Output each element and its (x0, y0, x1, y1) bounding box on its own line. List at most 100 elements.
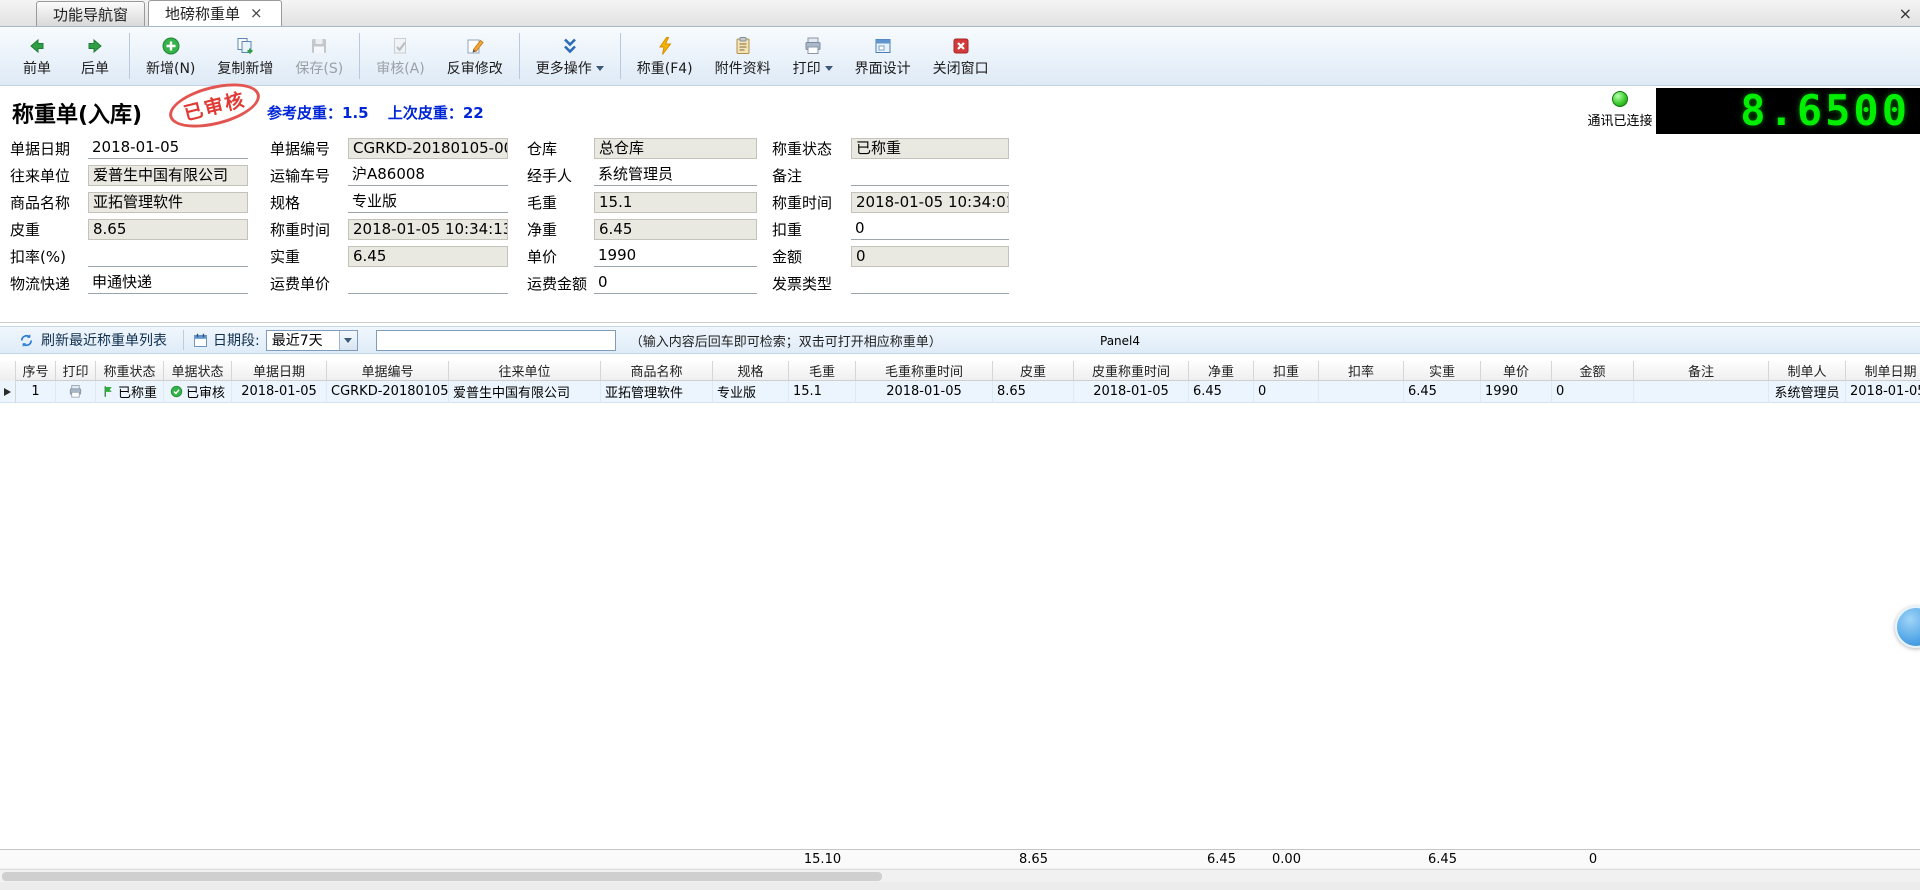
col-header-actual[interactable]: 实重 (1404, 361, 1481, 381)
net-weight-field[interactable]: 6.45 (594, 219, 757, 240)
panel4-label: Panel4 (1100, 334, 1140, 348)
col-header-remark[interactable]: 备注 (1634, 361, 1769, 381)
horizontal-scrollbar[interactable] (0, 869, 1920, 882)
col-header-seq[interactable]: 序号 (16, 361, 56, 381)
combo-dropdown-button[interactable] (339, 331, 357, 350)
deduct-weight-label: 扣重 (772, 219, 851, 240)
col-header-doc-date[interactable]: 单据日期 (232, 361, 327, 381)
toolbar-separator (129, 33, 130, 79)
col-header-gross-time[interactable]: 毛重称重时间 (856, 361, 993, 381)
reverse-audit-button[interactable]: 反审修改 (436, 29, 514, 83)
date-range-select[interactable]: 最近7天 (266, 330, 358, 351)
tab-bar: 功能导航窗 地磅称重单 × × (0, 0, 1920, 27)
tare-weigh-time-field[interactable]: 2018-01-05 10:34:13 (348, 219, 508, 240)
col-header-create-date[interactable]: 制单日期 (1846, 361, 1920, 381)
tab-function-nav[interactable]: 功能导航窗 (36, 1, 145, 26)
close-window-button[interactable]: 关闭窗口 (922, 29, 1000, 83)
col-header-creator[interactable]: 制单人 (1769, 361, 1846, 381)
col-header-spec[interactable]: 规格 (713, 361, 789, 381)
cell-net: 6.45 (1189, 381, 1254, 403)
col-header-deduct-rate[interactable]: 扣率 (1319, 361, 1404, 381)
spec-label: 规格 (270, 192, 348, 213)
search-hint-text: （输入内容后回车即可检索；双击可打开相应称重单） (630, 331, 942, 350)
weigh-status-field[interactable]: 已称重 (851, 138, 1009, 159)
tare-info: 参考皮重：1.5 上次皮重：22 (267, 102, 498, 123)
partner-field[interactable]: 爱普生中国有限公司 (88, 165, 248, 186)
col-header-doc-no[interactable]: 单据编号 (327, 361, 449, 381)
cell-print[interactable] (56, 381, 96, 403)
freight-price-field[interactable] (348, 273, 508, 294)
window-close-icon[interactable]: × (1899, 4, 1912, 23)
col-header-product[interactable]: 商品名称 (601, 361, 713, 381)
doc-no-field[interactable]: CGRKD-20180105-0006 (348, 138, 508, 159)
handler-label: 经手人 (527, 165, 594, 186)
deduct-weight-field[interactable]: 0 (851, 219, 1009, 240)
col-header-deduct-weight[interactable]: 扣重 (1254, 361, 1319, 381)
attachment-button[interactable]: 附件资料 (704, 29, 782, 83)
invoice-type-field[interactable] (851, 273, 1009, 294)
unit-price-field[interactable]: 1990 (594, 246, 757, 267)
search-input[interactable] (376, 330, 616, 351)
product-field[interactable]: 亚拓管理软件 (88, 192, 248, 213)
calendar-icon (192, 332, 209, 349)
tab-close-icon[interactable]: × (248, 6, 265, 21)
table-row[interactable]: 1 已称重 已审核 2018-01-05 CGRKD-20180105-0006 (0, 381, 1920, 403)
col-header-price[interactable]: 单价 (1481, 361, 1552, 381)
tare-field[interactable]: 8.65 (88, 219, 248, 240)
close-red-icon (951, 34, 971, 58)
button-label: 新增(N) (146, 58, 195, 78)
scrollbar-thumb[interactable] (2, 872, 882, 881)
print-button[interactable]: 打印 (782, 29, 844, 83)
col-header-tare-time[interactable]: 皮重称重时间 (1074, 361, 1189, 381)
deduct-rate-field[interactable] (88, 246, 248, 267)
truck-no-field[interactable]: 沪A86008 (348, 165, 508, 186)
cell-spec: 专业版 (713, 381, 789, 403)
col-header-partner[interactable]: 往来单位 (449, 361, 601, 381)
refresh-icon (18, 332, 35, 349)
add-new-button[interactable]: 新增(N) (135, 29, 206, 83)
bottom-strip (0, 882, 1920, 890)
dropdown-arrow-icon (825, 66, 833, 71)
amount-field[interactable]: 0 (851, 246, 1009, 267)
col-header-gross[interactable]: 毛重 (789, 361, 856, 381)
gross-weight-label: 毛重 (527, 192, 594, 213)
freight-amount-field[interactable]: 0 (594, 273, 757, 294)
weigh-button[interactable]: 称重(F4) (626, 29, 704, 83)
ticket-form: 单据日期2018-01-05 往来单位爱普生中国有限公司 商品名称亚拓管理软件 … (0, 135, 1920, 297)
audit-button[interactable]: 审核(A) (365, 29, 436, 83)
invoice-type-label: 发票类型 (772, 273, 851, 294)
col-header-tare[interactable]: 皮重 (993, 361, 1074, 381)
col-header-amount[interactable]: 金额 (1552, 361, 1634, 381)
col-header-print[interactable]: 打印 (56, 361, 96, 381)
gross-weight-field[interactable]: 15.1 (594, 192, 757, 213)
summary-gross: 15.10 (789, 850, 856, 868)
previous-doc-button[interactable]: 前单 (8, 29, 66, 83)
lightning-icon (655, 34, 675, 58)
next-doc-button[interactable]: 后单 (66, 29, 124, 83)
spec-field[interactable]: 专业版 (348, 192, 508, 213)
logistics-field[interactable]: 申通快递 (88, 273, 248, 294)
button-label: 关闭窗口 (933, 58, 989, 78)
printer-icon[interactable] (68, 384, 83, 399)
save-button[interactable]: 保存(S) (284, 29, 354, 83)
remark-field[interactable] (851, 165, 1009, 186)
gross-weigh-time-field[interactable]: 2018-01-05 10:34:01 (851, 192, 1009, 213)
col-header-net[interactable]: 净重 (1189, 361, 1254, 381)
connection-label: 通讯已连接 (1584, 110, 1656, 129)
tab-weighbridge-ticket[interactable]: 地磅称重单 × (148, 0, 282, 26)
doc-status-text: 已审核 (186, 382, 225, 401)
warehouse-label: 仓库 (527, 138, 594, 159)
col-header-weigh-status[interactable]: 称重状态 (96, 361, 164, 381)
form-column-4: 称重状态已称重 备注 称重时间2018-01-05 10:34:01 扣重0 金… (772, 135, 1009, 297)
ui-design-button[interactable]: 界面设计 (844, 29, 922, 83)
more-actions-button[interactable]: 更多操作 (525, 29, 615, 83)
handler-field[interactable]: 系统管理员 (594, 165, 757, 186)
weigh-status-label: 称重状态 (772, 138, 851, 159)
refresh-list-button[interactable]: 刷新最近称重单列表 (10, 328, 175, 352)
col-header-doc-status[interactable]: 单据状态 (164, 361, 232, 381)
cell-gross: 15.1 (789, 381, 856, 403)
warehouse-field[interactable]: 总仓库 (594, 138, 757, 159)
doc-date-field[interactable]: 2018-01-05 (88, 138, 248, 159)
copy-add-button[interactable]: 复制新增 (206, 29, 284, 83)
actual-weight-field[interactable]: 6.45 (348, 246, 508, 267)
